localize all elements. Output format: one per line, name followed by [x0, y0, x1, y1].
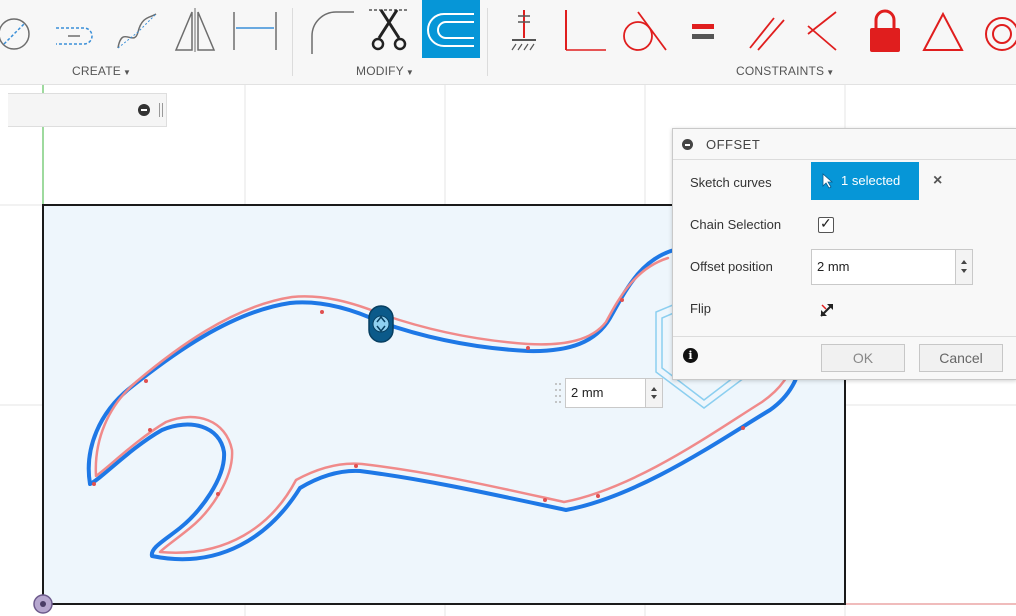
fix-constraint-icon[interactable]: [508, 4, 540, 54]
trim-scissors-icon[interactable]: [365, 4, 413, 54]
selection-count: 1 selected: [841, 173, 901, 188]
flip-arrows-icon[interactable]: [818, 301, 836, 319]
slot-tool-icon[interactable]: [50, 4, 100, 54]
offset-dialog-footer: i OK Cancel: [673, 336, 1016, 380]
create-menu-label: CREATE: [72, 64, 121, 78]
sketch-curves-label: Sketch curves: [690, 175, 772, 190]
triangle-constraint-icon[interactable]: [918, 4, 968, 54]
offset-position-stepper[interactable]: [955, 250, 972, 284]
stepper-up-icon[interactable]: [651, 387, 657, 391]
toolbar: CREATE ▼ MODIFY ▼ CONSTRAINTS ▼: [0, 0, 1016, 85]
modify-menu-label: MODIFY: [356, 64, 404, 78]
spline-tool-icon[interactable]: [112, 4, 160, 54]
create-menu[interactable]: CREATE ▼: [72, 64, 131, 78]
circle-tool-icon[interactable]: [0, 4, 44, 54]
flip-label: Flip: [690, 301, 711, 316]
clear-selection-icon[interactable]: ×: [933, 173, 942, 189]
mirror-tool-icon[interactable]: [170, 4, 222, 54]
constraints-menu-label: CONSTRAINTS: [736, 64, 825, 78]
ok-button[interactable]: OK: [821, 344, 905, 372]
modify-menu[interactable]: MODIFY ▼: [356, 64, 414, 78]
offset-tool-icon[interactable]: [422, 0, 480, 58]
equal-constraint-icon[interactable]: [686, 4, 718, 54]
stepper-down-icon[interactable]: [651, 395, 657, 399]
dimension-tool-icon[interactable]: [230, 4, 280, 54]
inline-offset-input[interactable]: 2 mm: [565, 378, 663, 408]
perpendicular-constraint-icon[interactable]: [558, 4, 610, 54]
inline-input-grip[interactable]: [553, 378, 565, 408]
pin-icon[interactable]: [159, 103, 163, 117]
stepper-up-icon[interactable]: [961, 260, 967, 264]
offset-position-label: Offset position: [690, 259, 773, 274]
concentric-constraint-icon[interactable]: [976, 4, 1016, 54]
grip-dots-icon: [555, 383, 561, 403]
toolbar-separator: [292, 8, 293, 76]
browser-panel-collapsed[interactable]: [8, 93, 167, 127]
chain-selection-label: Chain Selection: [690, 217, 782, 232]
offset-position-value: 2 mm: [817, 259, 850, 274]
lock-icon[interactable]: [862, 4, 908, 54]
offset-position-input[interactable]: 2 mm: [811, 249, 973, 285]
offset-drag-handle-icon[interactable]: [366, 304, 396, 344]
offset-dialog-header[interactable]: OFFSET: [673, 129, 1016, 160]
tangent-constraint-icon[interactable]: [616, 4, 672, 54]
cancel-button[interactable]: Cancel: [919, 344, 1003, 372]
constraints-menu[interactable]: CONSTRAINTS ▼: [736, 64, 834, 78]
toolbar-separator: [487, 8, 488, 76]
info-icon[interactable]: i: [683, 348, 698, 363]
sketch-curves-selection-button[interactable]: 1 selected: [811, 162, 919, 200]
parallel-constraint-icon[interactable]: [744, 4, 790, 54]
inline-offset-value: 2 mm: [571, 385, 604, 400]
inline-offset-stepper[interactable]: [645, 379, 662, 407]
chain-selection-checkbox[interactable]: [818, 215, 834, 233]
cursor-arrow-icon: [822, 173, 834, 189]
fillet-tool-icon[interactable]: [304, 4, 356, 54]
origin-center: [40, 601, 46, 607]
dropdown-caret-icon: ▼: [122, 68, 132, 77]
dropdown-caret-icon: ▼: [405, 68, 414, 77]
collapse-dialog-icon[interactable]: [682, 139, 693, 150]
perpendicular-cross-icon[interactable]: [800, 4, 846, 54]
dialog-title: OFFSET: [706, 137, 761, 152]
stepper-down-icon[interactable]: [961, 269, 967, 273]
dropdown-caret-icon: ▼: [826, 68, 835, 77]
collapse-toggle-icon[interactable]: [138, 104, 150, 116]
offset-dialog: OFFSET Sketch curves 1 selected × Chain …: [672, 128, 1016, 380]
